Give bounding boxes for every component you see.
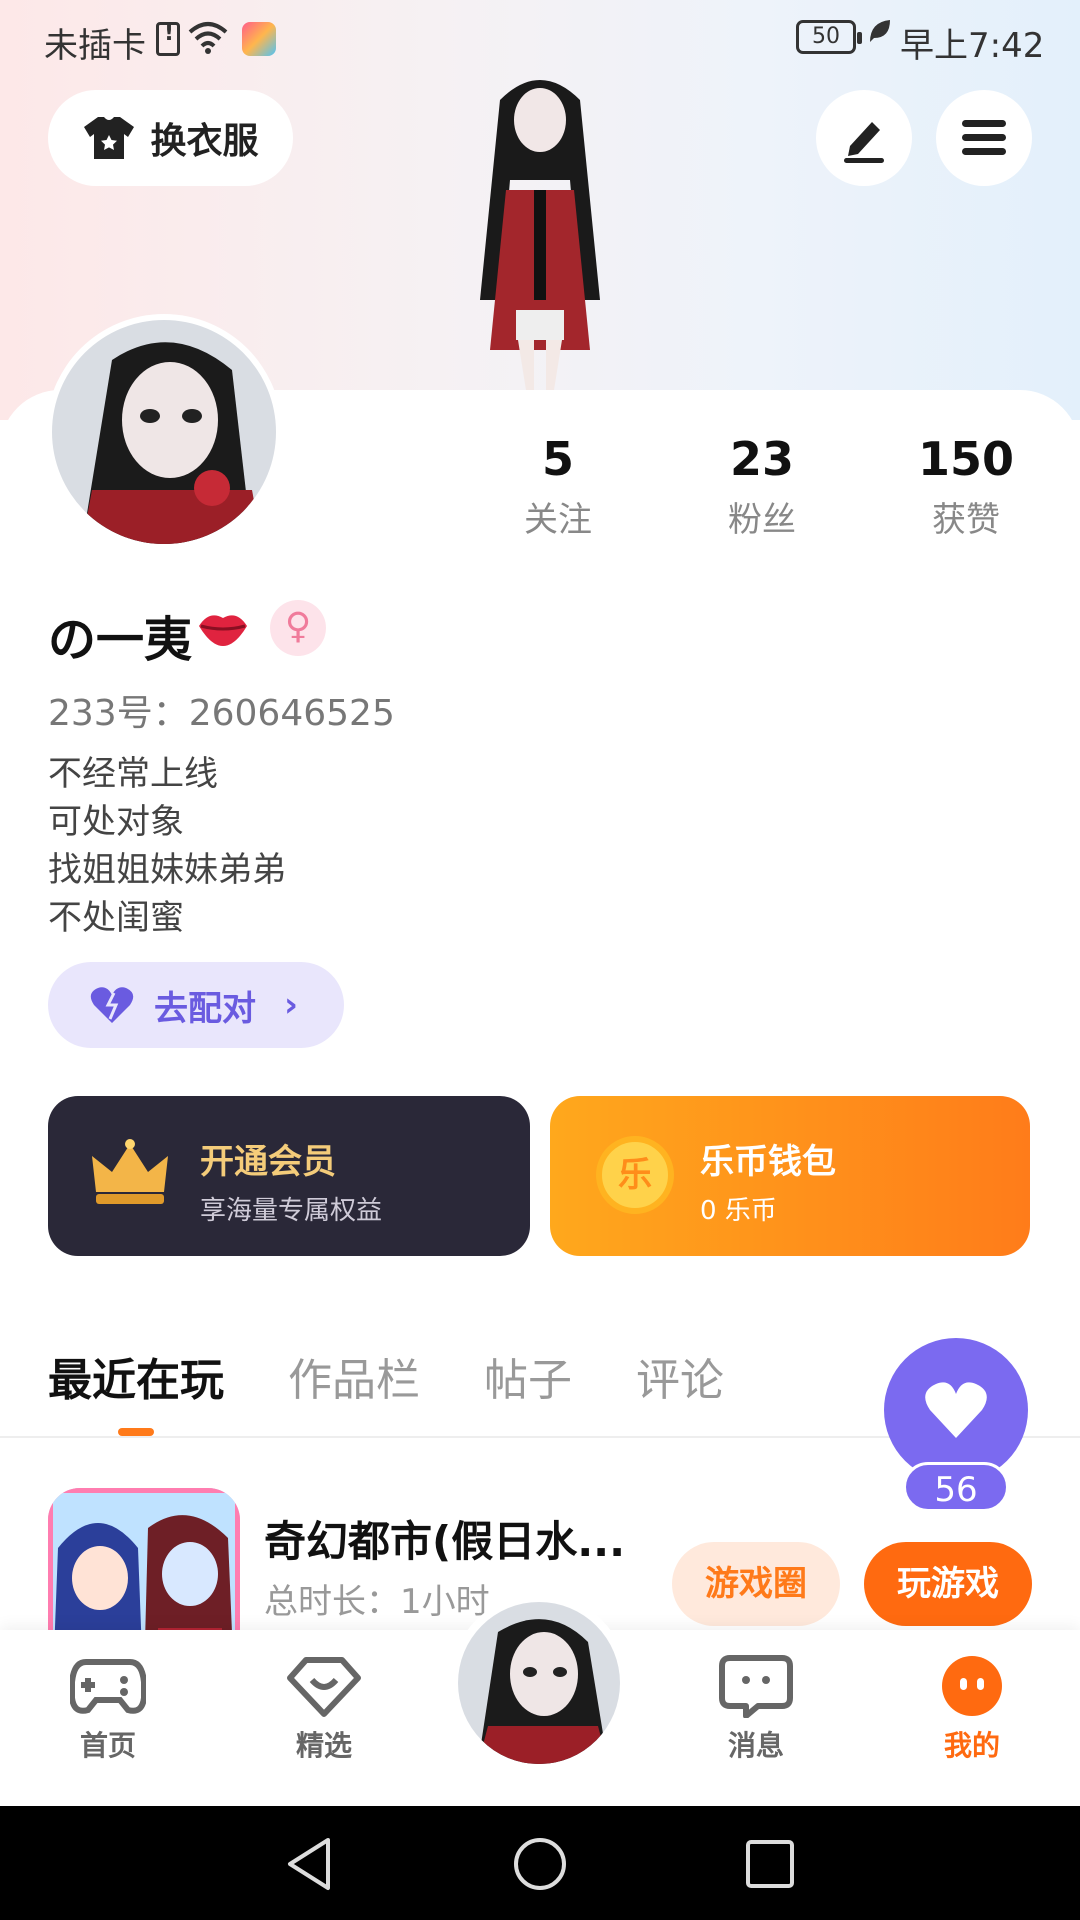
- change-outfit-label: 换衣服: [150, 121, 259, 162]
- game-title: 奇幻都市(假日水...: [264, 1517, 626, 1566]
- bio-line: 不处闺蜜: [48, 898, 184, 938]
- following-stat[interactable]: 5 关注: [478, 432, 638, 541]
- like-button[interactable]: [884, 1338, 1028, 1482]
- status-bar: 未插卡 50 早上7:42: [0, 12, 1080, 66]
- clock: 早上7:42: [900, 26, 1045, 66]
- likes-stat[interactable]: 150 获赞: [886, 432, 1046, 541]
- recents-icon[interactable]: [744, 1836, 796, 1892]
- carrier-text: 未插卡: [44, 26, 146, 66]
- profile-face-icon: [942, 1656, 1002, 1716]
- nav-mine-label: 我的: [943, 1729, 1000, 1762]
- sim-alert-icon: [156, 21, 180, 56]
- followers-label: 粉丝: [728, 500, 796, 540]
- female-gender-icon: ♀: [270, 600, 326, 656]
- nav-mine[interactable]: 我的: [902, 1654, 1042, 1764]
- battery-icon: 50: [796, 20, 862, 54]
- nav-featured[interactable]: 精选: [254, 1654, 394, 1764]
- following-label: 关注: [524, 500, 592, 540]
- nav-featured-label: 精选: [295, 1729, 352, 1762]
- avatar-3d-figure[interactable]: [430, 70, 650, 390]
- bio-line: 找姐姐妹妹弟弟: [48, 850, 286, 890]
- heart-icon: [925, 1382, 987, 1438]
- go-pair-button[interactable]: 去配对 ›: [48, 962, 344, 1048]
- heart-pair-icon: [90, 987, 134, 1023]
- message-bubble-icon: [719, 1655, 793, 1718]
- home-icon[interactable]: [512, 1836, 568, 1892]
- avatar-image: [52, 320, 276, 544]
- likes-count: 150: [917, 432, 1015, 486]
- nav-messages-label: 消息: [727, 1729, 784, 1762]
- following-count: 5: [541, 432, 574, 486]
- wallet-balance: 0 乐币: [700, 1196, 777, 1226]
- nickname: の一夷: [48, 612, 193, 668]
- app-notification-icon: [242, 22, 276, 56]
- followers-count: 23: [729, 432, 794, 486]
- tab-recently-played[interactable]: 最近在玩: [48, 1344, 224, 1436]
- nav-messages[interactable]: 消息: [686, 1654, 826, 1764]
- followers-stat[interactable]: 23 粉丝: [682, 432, 842, 541]
- profile-avatar[interactable]: [46, 314, 282, 550]
- vip-title: 开通会员: [200, 1142, 336, 1182]
- crown-icon: [92, 1139, 168, 1204]
- likes-label: 获赞: [932, 500, 1000, 540]
- bottom-nav: 首页 精选 消息 我的: [0, 1594, 1080, 1806]
- back-icon[interactable]: [284, 1836, 336, 1892]
- bio-line: 不经常上线: [48, 754, 218, 794]
- lips-icon: [199, 615, 247, 646]
- go-pair-label: 去配对: [154, 988, 256, 1029]
- vip-subtitle: 享海量专属权益: [200, 1196, 383, 1226]
- bio-line: 可处对象: [48, 802, 184, 842]
- like-count-badge: 56: [903, 1462, 1009, 1512]
- shirt-icon: [84, 117, 135, 159]
- change-outfit-button[interactable]: 换衣服: [48, 90, 293, 186]
- pen-icon: [844, 122, 884, 163]
- vip-membership-card[interactable]: 开通会员 享海量专属权益: [48, 1096, 530, 1256]
- edit-profile-button[interactable]: [816, 90, 912, 186]
- tab-comments[interactable]: 评论: [636, 1344, 724, 1408]
- game-circle-button[interactable]: 游戏圈: [672, 1542, 840, 1626]
- system-navigation-bar: [0, 1806, 1080, 1920]
- tab-works[interactable]: 作品栏: [288, 1344, 420, 1408]
- nav-avatar-button[interactable]: [450, 1594, 628, 1772]
- game-play-duration: 总时长：1小时: [264, 1582, 490, 1622]
- chevron-right-icon: ›: [284, 985, 299, 1025]
- nav-avatar-image: [458, 1602, 620, 1764]
- bio: 不经常上线 可处对象 找姐姐妹妹弟弟 不处闺蜜: [48, 750, 286, 942]
- wifi-icon: [188, 20, 228, 62]
- tab-posts[interactable]: 帖子: [484, 1344, 572, 1408]
- power-saving-leaf-icon: [868, 18, 892, 51]
- hamburger-menu-icon: [962, 120, 1006, 155]
- diamond-heart-icon: [287, 1657, 361, 1717]
- profile-tabs: 最近在玩 作品栏 帖子 评论: [48, 1344, 724, 1436]
- menu-button[interactable]: [936, 90, 1032, 186]
- wallet-title: 乐币钱包: [700, 1142, 836, 1182]
- user-id[interactable]: 233号：260646525: [48, 684, 395, 736]
- wallet-card[interactable]: 乐 乐币钱包 0 乐币: [550, 1096, 1030, 1256]
- nav-home-label: 首页: [79, 1729, 136, 1762]
- play-game-button[interactable]: 玩游戏: [864, 1542, 1032, 1626]
- nav-home[interactable]: 首页: [38, 1654, 178, 1764]
- gamepad-icon: [70, 1659, 146, 1714]
- coin-icon: 乐: [596, 1136, 674, 1214]
